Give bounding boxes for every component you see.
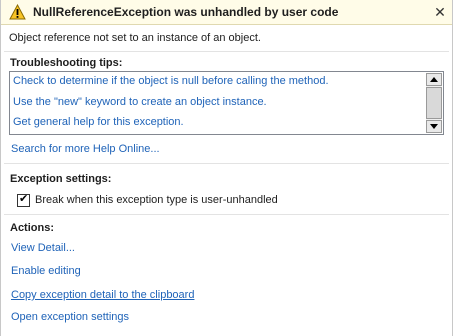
- search-help-online-link[interactable]: Search for more Help Online...: [11, 143, 160, 155]
- scroll-up-button[interactable]: [426, 73, 442, 86]
- divider: [4, 214, 449, 215]
- title-bar: NullReferenceException was unhandled by …: [1, 0, 452, 25]
- troubleshooting-heading: Troubleshooting tips:: [10, 57, 123, 69]
- enable-editing-link[interactable]: Enable editing: [11, 265, 81, 277]
- copy-exception-detail-link[interactable]: Copy exception detail to the clipboard: [11, 289, 194, 301]
- exception-settings-heading: Exception settings:: [10, 173, 112, 185]
- actions-heading: Actions:: [10, 222, 54, 234]
- exception-assistant-dialog: NullReferenceException was unhandled by …: [0, 0, 453, 336]
- arrow-up-icon: [430, 77, 438, 82]
- arrow-down-icon: [430, 124, 438, 129]
- troubleshooting-tips-list: Check to determine if the object is null…: [9, 71, 444, 135]
- break-when-unhandled-checkbox[interactable]: ✔: [17, 193, 30, 207]
- scroll-thumb[interactable]: [426, 87, 442, 119]
- view-detail-link[interactable]: View Detail...: [11, 242, 75, 254]
- tips-scrollbar[interactable]: [426, 73, 442, 133]
- tip-link-new-keyword[interactable]: Use the "new" keyword to create an objec…: [13, 96, 267, 108]
- scroll-down-button[interactable]: [426, 120, 442, 133]
- divider: [4, 163, 449, 164]
- divider: [4, 51, 449, 52]
- warning-icon: [9, 4, 26, 20]
- tip-link-null-check[interactable]: Check to determine if the object is null…: [13, 75, 329, 87]
- checkmark-icon: ✔: [19, 193, 29, 205]
- open-exception-settings-link[interactable]: Open exception settings: [11, 311, 129, 323]
- break-when-unhandled-label: Break when this exception type is user-u…: [35, 194, 278, 206]
- exception-message: Object reference not set to an instance …: [9, 32, 261, 44]
- close-button[interactable]: ✕: [433, 4, 447, 20]
- tip-link-general-help[interactable]: Get general help for this exception.: [13, 116, 184, 128]
- dialog-title: NullReferenceException was unhandled by …: [33, 5, 339, 19]
